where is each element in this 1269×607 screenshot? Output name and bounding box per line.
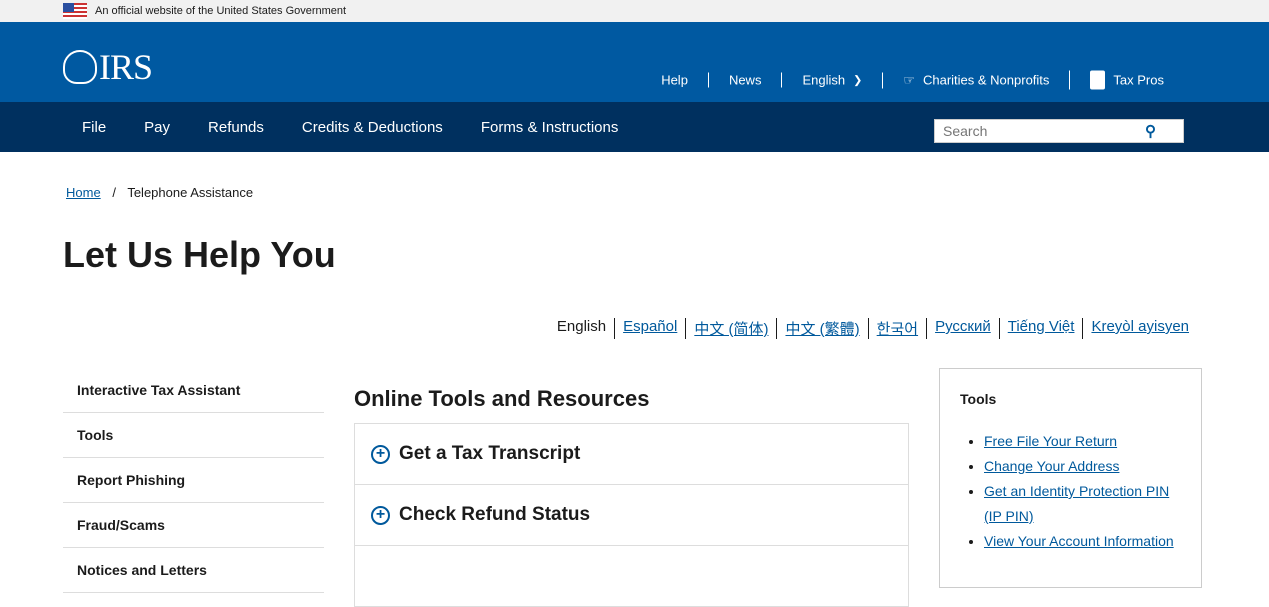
lang-haitian-creole[interactable]: Kreyòl ayisyen <box>1091 318 1189 335</box>
header: IRS Help News English ❯ ☞ Charities & Nonp… <box>0 22 1269 102</box>
taxpros-link[interactable]: Tax Pros <box>1069 70 1184 90</box>
plus-circle-icon: + <box>371 505 390 525</box>
breadcrumb-current: Telephone Assistance <box>127 185 254 200</box>
main-content: Online Tools and Resources + Get a Tax Tr… <box>354 386 909 607</box>
charities-label: Charities & Nonprofits <box>922 72 1050 88</box>
utility-nav: Help News English ❯ ☞ Charities & Nonprofi… <box>641 70 1184 90</box>
accordion-item[interactable]: + Check Refund Status <box>354 484 909 546</box>
lang-english: English <box>556 318 607 335</box>
nav-refunds[interactable]: Refunds <box>189 119 283 136</box>
search-box: ⚲ <box>934 119 1184 143</box>
breadcrumb-home[interactable]: Home <box>66 185 101 200</box>
sidebar-item[interactable]: Interactive Tax Assistant <box>63 368 324 413</box>
page-title: Let Us Help You <box>63 234 336 275</box>
news-label: News <box>728 72 762 88</box>
tool-link[interactable]: Get an Identity Protection PIN (IP PIN) <box>984 483 1169 524</box>
language-switcher: English Español 中文 (简体) 中文 (繁體) 한국어 Русс… <box>549 318 1197 339</box>
lang-russian[interactable]: Русский <box>935 318 991 335</box>
charities-link[interactable]: ☞ Charities & Nonprofits <box>882 72 1069 88</box>
lang-chinese-simplified[interactable]: 中文 (简体) <box>694 321 768 338</box>
main-nav: File Pay Refunds Credits & Deductions Fo… <box>0 102 1269 152</box>
help-label: Help <box>661 72 688 88</box>
sidebar-item[interactable]: Tools <box>63 413 324 458</box>
irs-logo[interactable]: IRS <box>63 46 153 88</box>
us-flag-icon <box>63 3 87 19</box>
lang-chinese-traditional[interactable]: 中文 (繁體) <box>785 321 859 338</box>
breadcrumb: Home / Telephone Assistance <box>66 185 253 200</box>
tool-link[interactable]: View Your Account Information <box>984 533 1174 549</box>
sidebar-item[interactable]: Fraud/Scams <box>63 503 324 548</box>
language-label: English <box>802 72 846 88</box>
sidebar: Interactive Tax Assistant Tools Report P… <box>63 368 324 593</box>
breadcrumb-sep: / <box>112 185 116 200</box>
taxpros-label: Tax Pros <box>1113 72 1164 88</box>
language-dropdown[interactable]: English ❯ <box>781 72 882 88</box>
tool-link[interactable]: Free File Your Return <box>984 433 1117 449</box>
accordion-item[interactable]: + Get a Tax Transcript <box>354 423 909 485</box>
tool-link[interactable]: Change Your Address <box>984 458 1119 474</box>
lang-korean[interactable]: 한국어 <box>877 321 918 338</box>
section-heading: Online Tools and Resources <box>354 386 650 411</box>
accordion-label: Check Refund Status <box>399 504 591 525</box>
book-icon <box>1090 70 1106 90</box>
accordion-label: Get a Tax Transcript <box>399 443 581 464</box>
chevron-down-icon: ❯ <box>853 74 863 87</box>
nav-forms[interactable]: Forms & Instructions <box>462 119 638 136</box>
sidebar-item[interactable]: Report Phishing <box>63 458 324 503</box>
eagle-seal-icon <box>63 50 97 84</box>
accordion-item[interactable] <box>354 545 909 607</box>
logo-text: IRS <box>99 47 153 87</box>
search-input[interactable] <box>943 123 1126 139</box>
lang-spanish[interactable]: Español <box>623 318 677 335</box>
help-link[interactable]: Help <box>641 73 708 88</box>
gov-banner-text: An official website of the United States… <box>95 5 347 17</box>
plus-circle-icon: + <box>371 444 390 464</box>
lang-vietnamese[interactable]: Tiếng Việt <box>1008 318 1075 335</box>
sidebar-item[interactable]: Notices and Letters <box>63 548 324 593</box>
news-link[interactable]: News <box>707 72 782 88</box>
gov-banner: An official website of the United States… <box>0 0 1269 22</box>
nav-credits[interactable]: Credits & Deductions <box>283 119 462 136</box>
nav-file[interactable]: File <box>63 119 125 136</box>
handshake-icon: ☞ <box>903 72 915 87</box>
nav-pay[interactable]: Pay <box>125 119 189 136</box>
search-icon[interactable]: ⚲ <box>1126 122 1175 140</box>
tools-box: Tools Free File Your Return Change Your … <box>939 368 1202 588</box>
tools-heading: Tools <box>960 391 997 407</box>
